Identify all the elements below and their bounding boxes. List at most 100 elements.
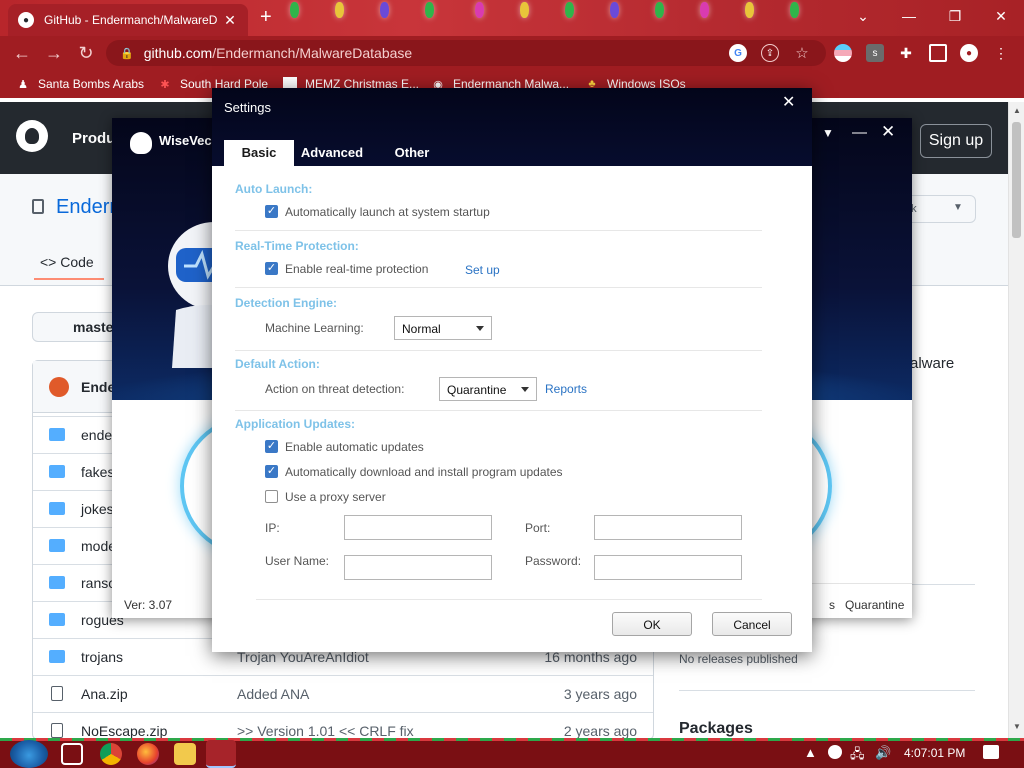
google-icon[interactable]: G	[729, 44, 747, 62]
chevron-up-icon[interactable]: ▲	[804, 745, 817, 760]
wisevector-taskbar-icon[interactable]	[206, 740, 236, 768]
close-icon[interactable]: ✕	[881, 122, 895, 142]
christmas-light-icon	[790, 2, 799, 18]
user-name-input[interactable]	[344, 555, 492, 580]
scrollbar-thumb[interactable]	[1012, 122, 1021, 238]
auto-update-label[interactable]: Enable automatic updates	[285, 440, 424, 454]
notification-icon[interactable]	[983, 745, 999, 759]
setup-link[interactable]: Set up	[465, 263, 500, 277]
clock[interactable]: 4:07:01 PM	[904, 746, 965, 760]
ip-input[interactable]	[344, 515, 492, 540]
network-icon[interactable]: 🖧	[850, 745, 865, 767]
bookmark-santa-bombs[interactable]: ♟ Santa Bombs Arabs	[16, 77, 144, 91]
tab-close-icon[interactable]: ✕	[222, 12, 238, 29]
settings-title: Settings	[224, 100, 271, 115]
port-input[interactable]	[594, 515, 742, 540]
cancel-button[interactable]: Cancel	[712, 612, 792, 636]
tab-basic[interactable]: Basic	[224, 140, 294, 166]
side-panel-icon[interactable]	[929, 44, 947, 62]
extension-s-icon[interactable]: s	[866, 44, 884, 62]
code-icon: <>	[40, 254, 57, 270]
section-realtime-protection: Real-Time Protection:	[235, 239, 359, 253]
proxy-checkbox[interactable]	[265, 490, 278, 503]
start-button[interactable]	[10, 740, 48, 768]
password-input[interactable]	[594, 555, 742, 580]
reports-link[interactable]: Reports	[545, 382, 587, 396]
file-name[interactable]: jokes	[81, 501, 114, 517]
firefox-icon[interactable]	[137, 743, 159, 765]
extension-flag-icon[interactable]	[834, 44, 852, 62]
auto-update-checkbox[interactable]: ✓	[265, 440, 278, 453]
table-row[interactable]: Ana.zip Added ANA 3 years ago	[33, 675, 653, 712]
extensions-puzzle-icon[interactable]: ✚	[897, 44, 915, 62]
browser-tab-github[interactable]: ● GitHub - Endermanch/MalwareD ✕	[8, 4, 248, 36]
address-bar[interactable]: 🔒 github.com/Endermanch/MalwareDatabase	[106, 40, 826, 66]
auto-download-checkbox[interactable]: ✓	[265, 465, 278, 478]
file-name[interactable]: trojans	[81, 649, 123, 665]
ok-button[interactable]: OK	[612, 612, 692, 636]
file-name[interactable]: mode	[81, 538, 116, 554]
tab-advanced[interactable]: Advanced	[294, 140, 370, 166]
reload-button[interactable]: ↻	[74, 41, 98, 65]
profile-avatar-icon[interactable]: ●	[960, 44, 978, 62]
tab-other[interactable]: Other	[378, 140, 446, 166]
page-scrollbar[interactable]: ▲ ▼	[1008, 102, 1024, 738]
divider	[802, 583, 912, 584]
auto-launch-checkbox[interactable]: ✓	[265, 205, 278, 218]
realtime-protection-checkbox[interactable]: ✓	[265, 262, 278, 275]
sign-up-button[interactable]: Sign up	[920, 124, 992, 158]
browser-menu-icon[interactable]: ⋮	[992, 44, 1010, 62]
close-window-button[interactable]: ✕	[978, 0, 1024, 32]
chrome-icon[interactable]	[100, 743, 122, 765]
bookmark-star-icon[interactable]: ☆	[793, 44, 811, 62]
minimize-button[interactable]: —	[886, 0, 932, 32]
new-tab-button[interactable]: +	[260, 6, 272, 29]
volume-icon[interactable]: 🔊	[875, 745, 891, 761]
tab-search-button[interactable]: ⌄	[840, 0, 886, 32]
quarantine-link[interactable]: s Quarantine	[829, 598, 904, 612]
version-label: Ver: 3.07	[124, 598, 173, 612]
auto-launch-label[interactable]: Automatically launch at system startup	[285, 205, 490, 219]
file-name[interactable]: Ana.zip	[81, 686, 128, 702]
file-name[interactable]: ende	[81, 427, 112, 443]
close-icon[interactable]: ✕	[782, 92, 795, 112]
folder-icon	[49, 502, 65, 515]
file-name[interactable]: fakes	[81, 464, 114, 480]
christmas-light-icon	[655, 2, 664, 18]
file-icon	[51, 723, 63, 738]
threat-action-select[interactable]: Quarantine	[439, 377, 537, 401]
threat-action-value: Quarantine	[447, 383, 507, 397]
packages-heading[interactable]: Packages	[679, 720, 753, 738]
forward-button[interactable]: →	[42, 41, 66, 65]
minimize-icon[interactable]: —	[852, 124, 867, 141]
url-path: /Endermanch/MalwareDatabase	[212, 45, 413, 61]
file-explorer-icon[interactable]	[174, 743, 196, 765]
christmas-light-icon	[425, 2, 434, 18]
menu-icon[interactable]: ▼	[822, 126, 834, 140]
wisevector-tray-icon[interactable]	[828, 745, 842, 759]
realtime-protection-label[interactable]: Enable real-time protection	[285, 262, 428, 276]
file-name[interactable]: NoEscape.zip	[81, 723, 167, 739]
proxy-label[interactable]: Use a proxy server	[285, 490, 386, 504]
github-logo-icon[interactable]	[16, 120, 48, 152]
tab-code[interactable]: <> Code	[34, 254, 104, 280]
products-menu[interactable]: Produ	[72, 130, 115, 147]
auto-download-label[interactable]: Automatically download and install progr…	[285, 465, 563, 479]
commit-message[interactable]: >> Version 1.01 << CRLF fix	[237, 723, 414, 739]
commit-message[interactable]: Added ANA	[237, 686, 309, 702]
divider	[235, 350, 762, 351]
task-view-icon[interactable]	[61, 743, 83, 765]
file-name[interactable]: ranso	[81, 575, 116, 591]
scroll-up-icon[interactable]: ▲	[1013, 106, 1021, 115]
restore-button[interactable]: ❐	[932, 0, 978, 32]
back-button[interactable]: ←	[10, 41, 34, 65]
commit-author[interactable]: Ende	[81, 379, 115, 395]
file-icon	[51, 686, 63, 701]
tab-title: GitHub - Endermanch/MalwareD	[44, 13, 218, 27]
avatar[interactable]	[49, 377, 69, 397]
chevron-down-icon[interactable]: ▼	[953, 202, 963, 213]
machine-learning-select[interactable]: Normal	[394, 316, 492, 340]
threat-action-label: Action on threat detection:	[265, 382, 405, 396]
scroll-down-icon[interactable]: ▼	[1013, 722, 1021, 731]
share-icon[interactable]: ⇪	[761, 44, 779, 62]
